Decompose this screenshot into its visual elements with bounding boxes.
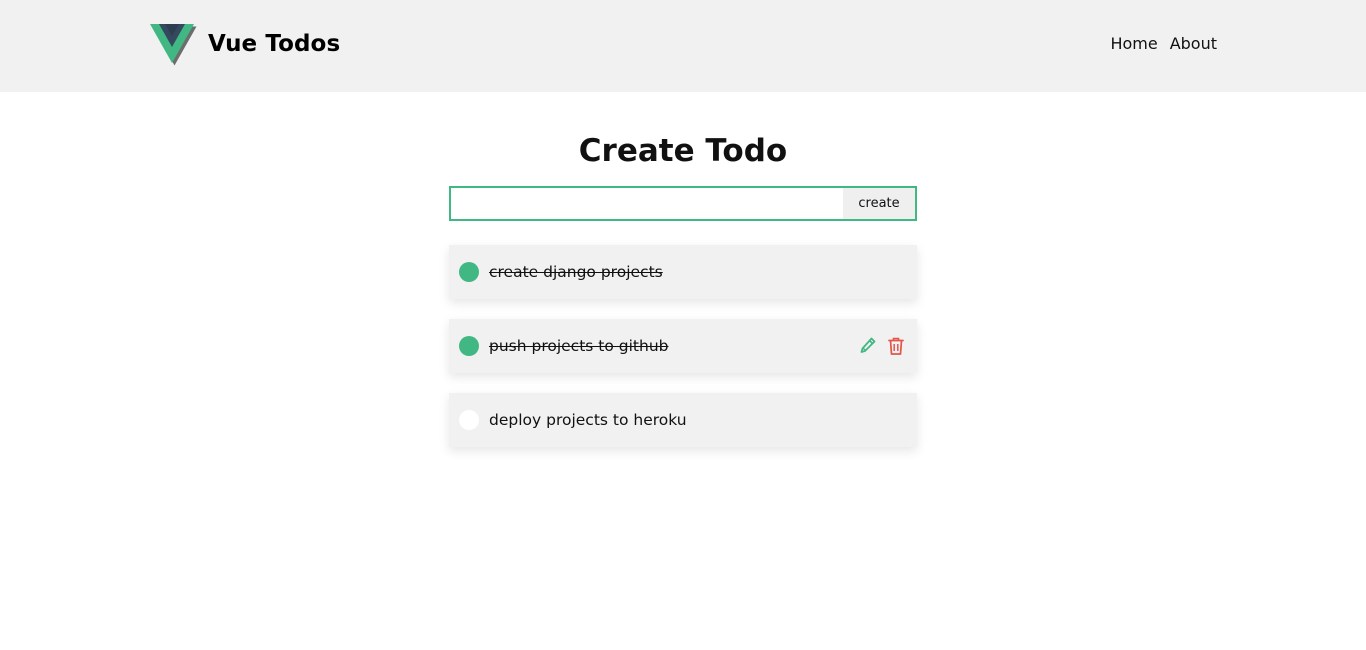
check-circle-icon[interactable] bbox=[459, 410, 479, 430]
check-circle-icon[interactable] bbox=[459, 336, 479, 356]
todo-text[interactable]: push projects to github bbox=[489, 319, 668, 373]
vue-logo-icon bbox=[149, 22, 197, 66]
create-todo-form: create bbox=[449, 186, 917, 221]
todo-text[interactable]: deploy projects to heroku bbox=[489, 393, 687, 447]
trash-icon[interactable] bbox=[887, 336, 905, 356]
main-nav: Home About bbox=[1110, 34, 1217, 53]
nav-link-about[interactable]: About bbox=[1170, 34, 1217, 53]
check-circle-icon[interactable] bbox=[459, 262, 479, 282]
todo-item: deploy projects to heroku bbox=[449, 393, 917, 447]
app-header: Vue Todos Home About bbox=[0, 0, 1366, 92]
brand-link[interactable]: Vue Todos bbox=[149, 22, 340, 66]
pencil-icon[interactable] bbox=[859, 336, 877, 356]
todo-text[interactable]: create django projects bbox=[489, 245, 663, 299]
brand-title: Vue Todos bbox=[208, 31, 341, 57]
nav-link-home[interactable]: Home bbox=[1110, 34, 1157, 53]
create-button[interactable]: create bbox=[843, 188, 915, 219]
todo-actions bbox=[859, 336, 905, 356]
todo-input[interactable] bbox=[451, 188, 843, 219]
todo-list: create django projects push projects to … bbox=[449, 245, 917, 467]
todo-item: push projects to github bbox=[449, 319, 917, 373]
page-title: Create Todo bbox=[578, 133, 788, 169]
todo-item: create django projects bbox=[449, 245, 917, 299]
